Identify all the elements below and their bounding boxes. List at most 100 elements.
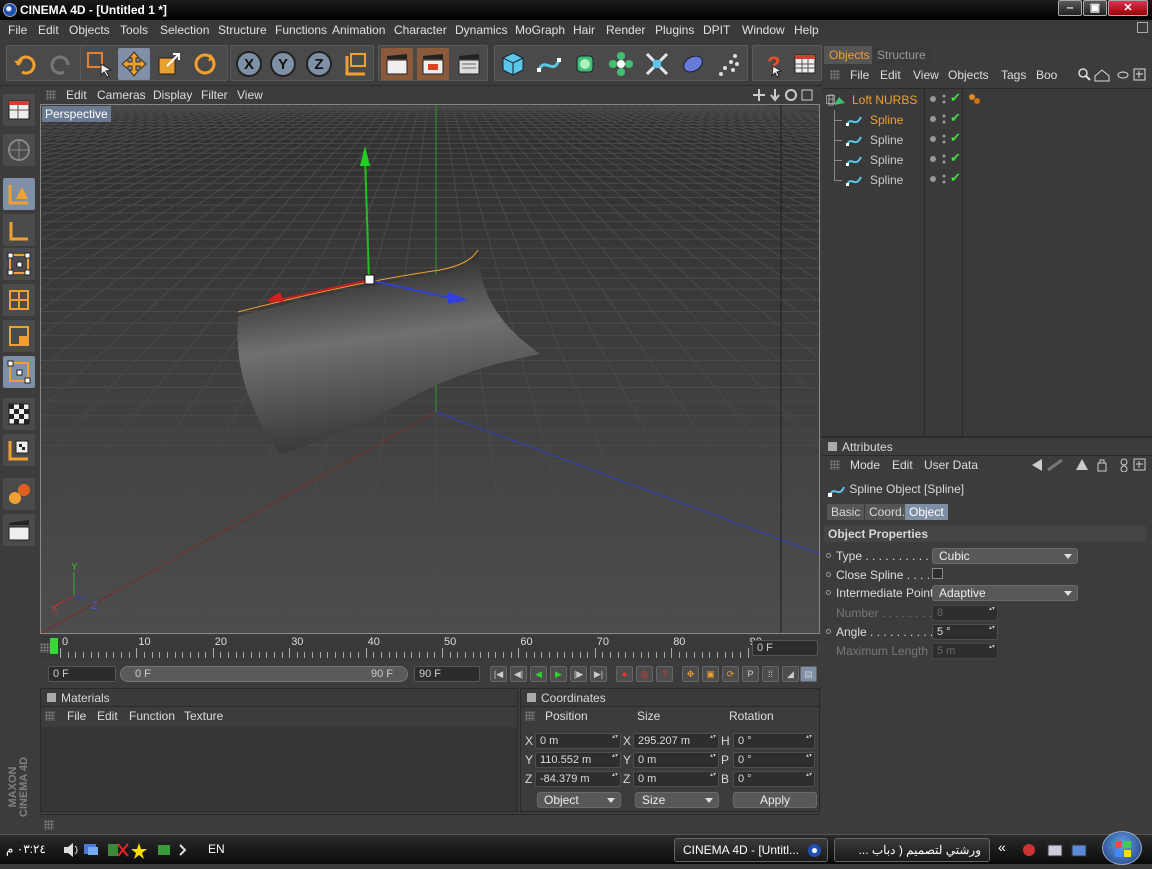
- auto-key-button[interactable]: ◎: [636, 666, 653, 682]
- object-row[interactable]: Spline ✔: [822, 110, 1144, 130]
- uv-polygons-mode-button[interactable]: [3, 356, 35, 388]
- drag-grip-icon[interactable]: [830, 460, 840, 470]
- object-row[interactable]: − Loft NURBS ✔: [822, 90, 1144, 110]
- materials-menu-texture[interactable]: Texture: [184, 709, 223, 723]
- tab-objects[interactable]: Objects: [824, 46, 875, 64]
- attributes-menu-user-data[interactable]: User Data: [924, 458, 978, 472]
- menu-file[interactable]: File: [8, 23, 27, 37]
- menu-help[interactable]: Help: [794, 23, 819, 37]
- size-mode-dropdown[interactable]: Size: [635, 792, 719, 808]
- z-axis-button[interactable]: Z: [303, 48, 335, 80]
- attr-tab-basic[interactable]: Basic: [827, 504, 865, 520]
- next-key-button[interactable]: |▶: [570, 666, 587, 682]
- objects-menu-view[interactable]: View: [913, 68, 939, 82]
- object-list[interactable]: − Loft NURBS ✔ Spline ✔ Spline ✔ Spline …: [822, 88, 1152, 437]
- keyframe-selection-button[interactable]: ?: [656, 666, 673, 682]
- visibility-dot-icon[interactable]: [930, 96, 936, 102]
- rotate-tool-button[interactable]: [189, 48, 221, 80]
- close-button[interactable]: ✕: [1108, 0, 1148, 16]
- y-axis-button[interactable]: Y: [267, 48, 299, 80]
- drag-grip-icon[interactable]: [40, 643, 50, 653]
- object-row[interactable]: Spline ✔: [822, 170, 1144, 190]
- material-tag-icon[interactable]: [968, 93, 982, 105]
- play-forward-button[interactable]: ▶: [550, 666, 567, 682]
- coord-rotation-field[interactable]: 0 °: [733, 752, 815, 768]
- polygons-mode-button[interactable]: [3, 320, 35, 352]
- materials-list[interactable]: [41, 727, 517, 811]
- play-backward-button[interactable]: ◀: [530, 666, 547, 682]
- menu-selection[interactable]: Selection: [160, 23, 209, 37]
- prop-dropdown[interactable]: Cubic: [932, 548, 1078, 564]
- particle-button[interactable]: [713, 48, 745, 80]
- object-manager-tool-icons[interactable]: [1078, 68, 1150, 82]
- nurbs-button[interactable]: [569, 48, 601, 80]
- object-name[interactable]: Spline: [870, 173, 903, 187]
- language-indicator[interactable]: EN: [208, 842, 225, 856]
- points-mode-button[interactable]: [3, 248, 35, 280]
- object-row[interactable]: Spline ✔: [822, 130, 1144, 150]
- drag-grip-icon[interactable]: [44, 820, 54, 830]
- edges-mode-button[interactable]: [3, 284, 35, 316]
- coord-size-field[interactable]: 295.207 m: [633, 733, 719, 749]
- help-button[interactable]: ?: [755, 48, 787, 80]
- end-frame-field[interactable]: 90 F: [414, 666, 480, 682]
- deformer-button[interactable]: [641, 48, 673, 80]
- materials-menu-function[interactable]: Function: [129, 709, 175, 723]
- enabled-check-icon[interactable]: ✔: [950, 150, 961, 166]
- viewport-menu-view[interactable]: View: [237, 88, 263, 102]
- enabled-check-icon[interactable]: ✔: [950, 110, 961, 126]
- go-to-end-button[interactable]: ▶|: [590, 666, 607, 682]
- viewport-menu-display[interactable]: Display: [153, 88, 192, 102]
- coord-position-field[interactable]: 0 m: [535, 733, 621, 749]
- menu-functions[interactable]: Functions: [275, 23, 327, 37]
- coord-position-field[interactable]: -84.379 m: [535, 771, 621, 787]
- show-more-icon[interactable]: «: [998, 839, 1006, 855]
- enabled-check-icon[interactable]: ✔: [950, 90, 961, 106]
- redo-button[interactable]: [45, 48, 77, 80]
- coord-rotation-field[interactable]: 0 °: [733, 771, 815, 787]
- materials-menu-file[interactable]: File: [67, 709, 86, 723]
- menu-hair[interactable]: Hair: [573, 23, 595, 37]
- previous-key-button[interactable]: ◀|: [510, 666, 527, 682]
- menu-edit[interactable]: Edit: [38, 23, 59, 37]
- menu-dynamics[interactable]: Dynamics: [455, 23, 508, 37]
- scale-tool-button[interactable]: [153, 48, 185, 80]
- object-name[interactable]: Loft NURBS: [852, 93, 917, 107]
- attributes-nav-icons[interactable]: [1030, 458, 1148, 472]
- workplane-button[interactable]: [3, 434, 35, 466]
- layout-icon[interactable]: [1137, 22, 1148, 33]
- objects-menu-edit[interactable]: Edit: [880, 68, 901, 82]
- coord-size-field[interactable]: 0 m: [633, 752, 719, 768]
- animation-mode-button[interactable]: [3, 478, 35, 510]
- menu-dpit[interactable]: DPIT: [703, 23, 730, 37]
- scene-canvas[interactable]: Y X Z: [40, 104, 820, 634]
- minimize-button[interactable]: ‒: [1058, 0, 1082, 16]
- current-frame-field[interactable]: 0 F: [752, 640, 818, 656]
- render-dots-icon[interactable]: [941, 113, 947, 125]
- prop-spinner[interactable]: 5 °: [932, 624, 998, 640]
- cube-button[interactable]: [497, 48, 529, 80]
- coord-position-field[interactable]: 110.552 m: [535, 752, 621, 768]
- attributes-menu-mode[interactable]: Mode: [850, 458, 880, 472]
- key-rotation-button[interactable]: ⟳: [722, 666, 739, 682]
- key-position-button[interactable]: ✥: [682, 666, 699, 682]
- enabled-check-icon[interactable]: ✔: [950, 170, 961, 186]
- use-model-mode-button[interactable]: [3, 94, 35, 126]
- menu-objects[interactable]: Objects: [69, 23, 110, 37]
- enabled-check-icon[interactable]: ✔: [950, 130, 961, 146]
- tray-icons[interactable]: [62, 841, 192, 859]
- key-pla-button[interactable]: ⁞⁞: [762, 666, 779, 682]
- live-selection-button[interactable]: [83, 48, 115, 80]
- menu-plugins[interactable]: Plugins: [655, 23, 694, 37]
- interpolation-button[interactable]: ◢: [782, 666, 799, 682]
- model-mode-button[interactable]: [3, 178, 35, 210]
- x-axis-button[interactable]: X: [233, 48, 265, 80]
- visibility-dot-icon[interactable]: [930, 116, 936, 122]
- visibility-dot-icon[interactable]: [930, 156, 936, 162]
- drag-grip-icon[interactable]: [45, 711, 55, 721]
- menu-window[interactable]: Window: [742, 23, 785, 37]
- render-view-button[interactable]: [381, 48, 413, 80]
- object-row[interactable]: Spline ✔: [822, 150, 1144, 170]
- menu-animation[interactable]: Animation: [332, 23, 385, 37]
- render-dots-icon[interactable]: [941, 173, 947, 185]
